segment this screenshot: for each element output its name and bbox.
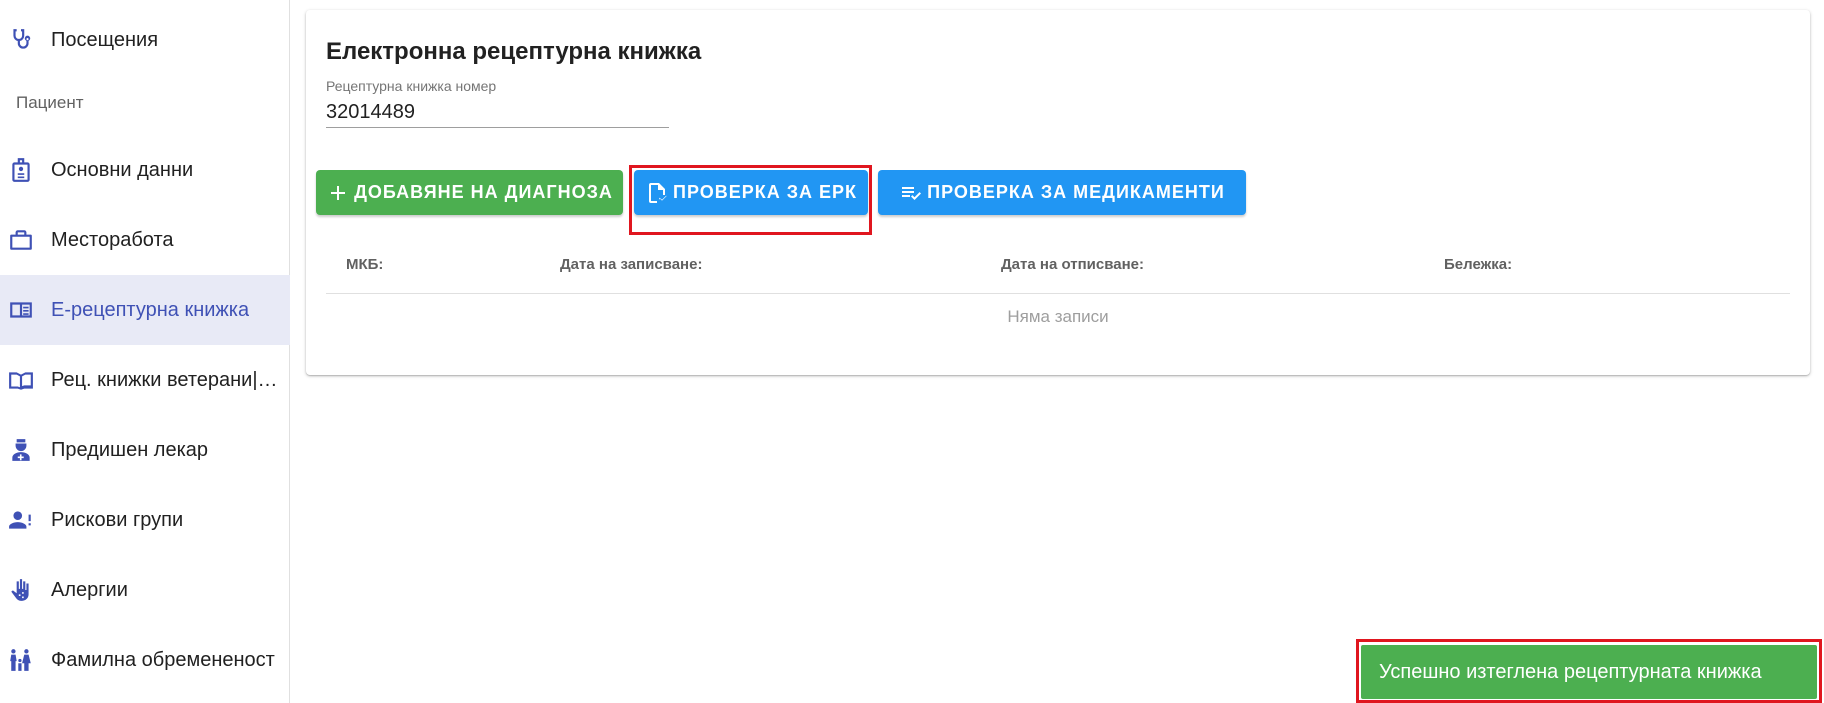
book-open-icon (8, 367, 34, 393)
sidebar-item-label: Е-рецептурна книжка (51, 298, 250, 321)
sidebar-item-label: Рец. книжки ветерани|… (51, 368, 278, 391)
section-label-patient: Пациент (16, 93, 84, 112)
table-header: МКБ: Дата на записване: Дата на отписван… (326, 237, 1790, 294)
book-card-icon (8, 297, 34, 323)
briefcase-icon (8, 227, 34, 253)
sidebar: Посещения Пациент Основни данни Местораб… (0, 0, 290, 703)
sidebar-item-workplace[interactable]: Месторабота (0, 205, 290, 275)
hand-allergy-icon (8, 577, 34, 603)
column-header-date-registered[interactable]: Дата на записване: (560, 256, 702, 273)
sidebar-item-family-history[interactable]: Фамилна обремененост (0, 625, 290, 695)
id-badge-icon (8, 157, 34, 183)
add-diagnosis-label: ДОБАВЯНЕ НА ДИАГНОЗА (354, 182, 613, 202)
person-alert-icon (8, 507, 34, 533)
sidebar-item-label: Месторабота (51, 228, 174, 251)
playlist-check-icon (899, 181, 923, 205)
sidebar-item-label: Рискови групи (51, 508, 184, 531)
sidebar-item-label: Основни данни (51, 158, 194, 181)
sidebar-item-veteran-books[interactable]: Рец. книжки ветерани|… (0, 345, 290, 415)
highlight-check-erk (629, 165, 872, 235)
doctor-icon (8, 437, 34, 463)
app-root: Посещения Пациент Основни данни Местораб… (0, 0, 1824, 703)
sidebar-item-basic-data[interactable]: Основни данни (0, 135, 290, 205)
sidebar-item-e-prescription-book[interactable]: Е-рецептурна книжка (0, 275, 290, 345)
sidebar-item-previous-doctor[interactable]: Предишен лекар (0, 415, 290, 485)
page-title: Електронна рецептурна книжка (326, 38, 702, 65)
sidebar-item-allergies[interactable]: Алергии (0, 555, 290, 625)
plus-icon (326, 181, 350, 205)
check-medications-button[interactable]: ПРОВЕРКА ЗА МЕДИКАМЕНТИ (878, 170, 1246, 215)
book-number-input[interactable] (326, 98, 669, 128)
add-diagnosis-button[interactable]: ДОБАВЯНЕ НА ДИАГНОЗА (316, 170, 623, 215)
sidebar-item-label: Посещения (51, 28, 159, 51)
family-icon (8, 647, 34, 673)
sidebar-item-label: Алергии (51, 578, 128, 601)
table-empty-message: Няма записи (1007, 307, 1109, 326)
stethoscope-icon (8, 27, 34, 53)
column-header-icd[interactable]: МКБ: (346, 256, 383, 273)
column-header-date-unregistered[interactable]: Дата на отписване: (1001, 256, 1144, 273)
book-number-label: Рецептурна книжка номер (326, 78, 497, 94)
column-header-note[interactable]: Бележка: (1444, 256, 1512, 273)
sidebar-item-label: Предишен лекар (51, 438, 209, 461)
check-medications-label: ПРОВЕРКА ЗА МЕДИКАМЕНТИ (927, 182, 1225, 202)
sidebar-item-risk-groups[interactable]: Рискови групи (0, 485, 290, 555)
highlight-snackbar (1356, 639, 1822, 703)
sidebar-item-visits[interactable]: Посещения (0, 5, 290, 75)
sidebar-item-label: Фамилна обремененост (51, 648, 275, 671)
